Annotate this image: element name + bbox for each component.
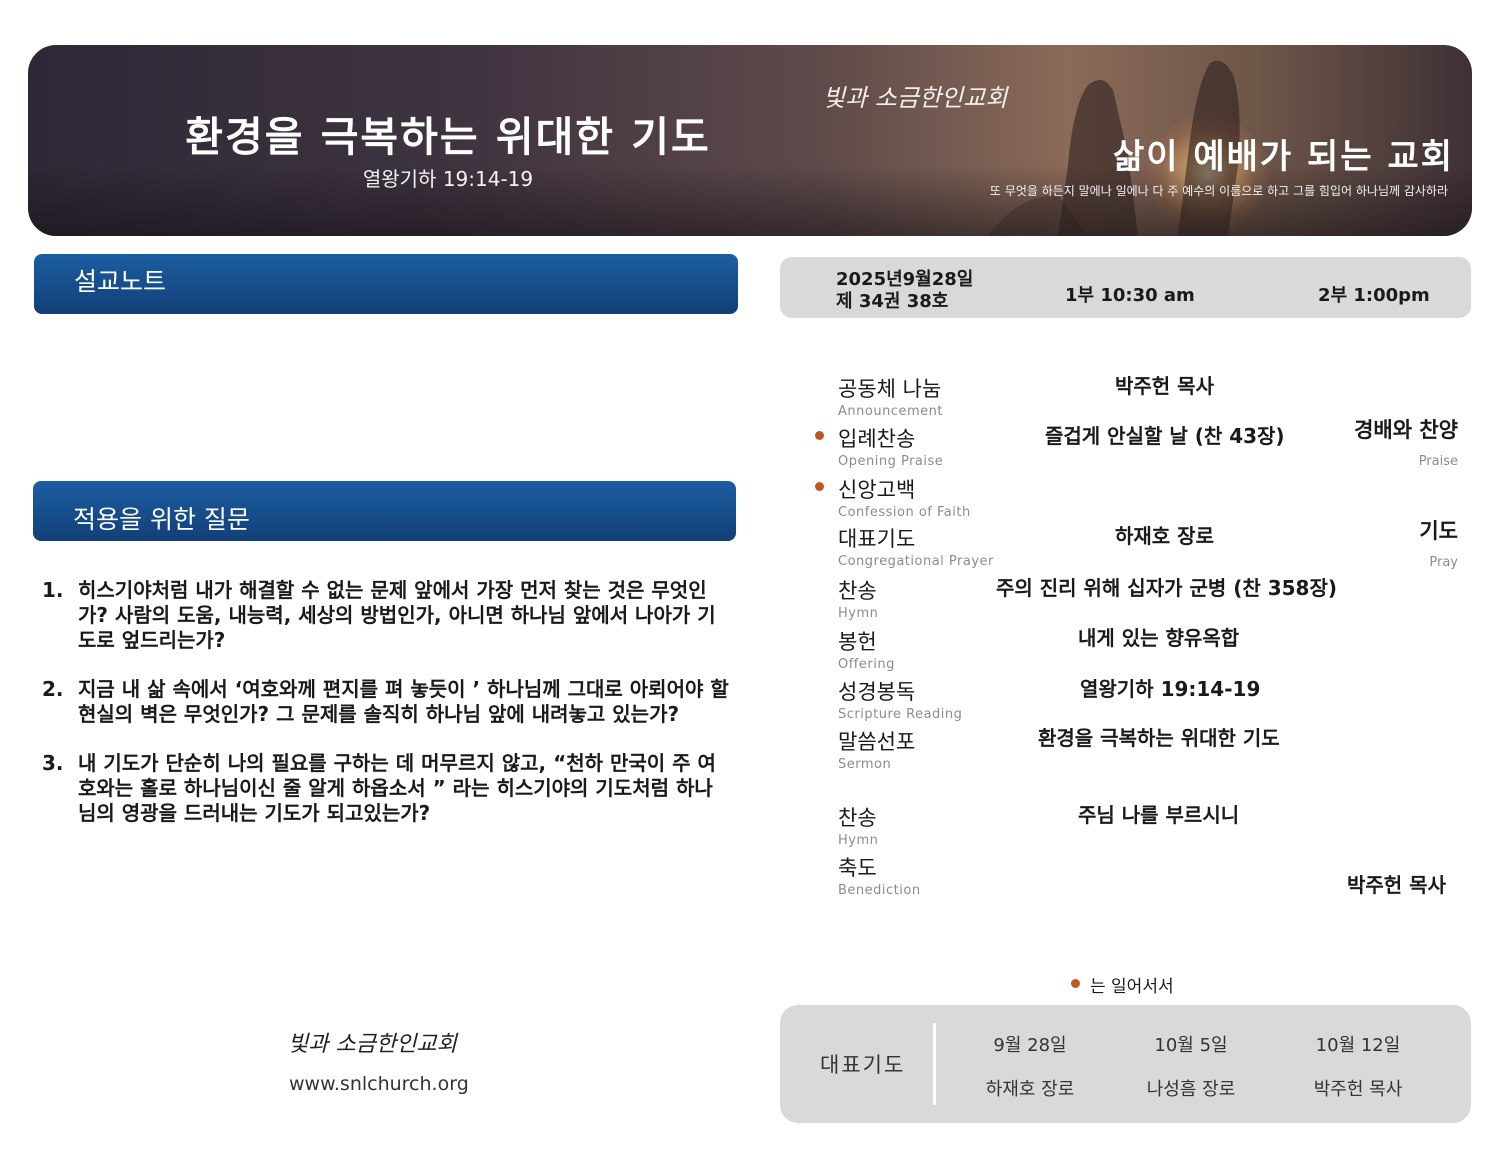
church-logo: 빛과 소금한인교회 — [823, 84, 1008, 112]
order-item: 찬송 Hymn — [838, 802, 878, 848]
pray-label: 기도 — [1419, 519, 1458, 543]
order-item-detail: 주의 진리 위해 십자가 군병 (찬 358장) — [996, 576, 1338, 600]
order-item-detail: 주님 나를 부르시니 — [1078, 803, 1240, 827]
sermon-title: 환경을 극복하는 위대한 기도 — [185, 113, 711, 161]
stand-legend-text: 는 일어서서 — [1090, 977, 1174, 997]
order-item-subtitle: Hymn — [838, 606, 879, 621]
praise-label-en: Praise — [1418, 454, 1458, 469]
sermon-notes-header: 설교노트 — [34, 254, 738, 314]
order-item: 성경봉독 Scripture Reading — [838, 676, 962, 722]
prayer-schedule-label: 대표기도 — [820, 1053, 906, 1077]
prayer-leader: 박주헌 목사 — [1313, 1079, 1403, 1100]
service-date: 2025년9월28일 — [836, 269, 974, 290]
order-item-detail: 환경을 극복하는 위대한 기도 — [1038, 726, 1280, 750]
order-item: 대표기도 Congregational Prayer — [838, 523, 994, 569]
first-service-time: 1부 10:30 am — [1065, 285, 1195, 306]
prayer-schedule-entry: 9월 28일 하재호 장로 — [960, 1031, 1100, 1101]
prayer-date: 10월 5일 — [1154, 1035, 1228, 1056]
order-item: 공동체 나눔 Announcement — [838, 373, 943, 419]
order-item-subtitle: Confession of Faith — [838, 505, 971, 520]
order-item-detail: 내게 있는 향유옥합 — [1078, 626, 1240, 650]
prayer-leader: 하재호 장로 — [985, 1079, 1075, 1100]
order-item-title: 말씀선포 — [838, 730, 916, 754]
question-list: 1. 히스기야처럼 내가 해결할 수 없는 문제 앞에서 가장 먼저 찾는 것은… — [40, 578, 730, 850]
order-item-subtitle: Benediction — [838, 883, 921, 898]
order-item-detail: 박주헌 목사 — [1115, 374, 1214, 398]
order-item-title: 찬송 — [838, 806, 877, 830]
header-banner: 환경을 극복하는 위대한 기도 열왕기하 19:14-19 빛과 소금한인교회 … — [28, 45, 1472, 236]
service-date-block: 2025년9월28일 제 34권 38호 — [836, 269, 973, 313]
order-item-subtitle: Hymn — [838, 833, 879, 848]
question-text: 히스기야처럼 내가 해결할 수 없는 문제 앞에서 가장 먼저 찾는 것은 무엇… — [78, 578, 716, 652]
application-questions-header: 적용을 위한 질문 — [33, 481, 736, 541]
prayer-date: 10월 12일 — [1315, 1035, 1401, 1056]
stand-bullet-icon — [815, 431, 824, 440]
order-item: 봉헌 Offering — [838, 626, 895, 672]
prayer-schedule-entry: 10월 12일 박주헌 목사 — [1288, 1031, 1428, 1101]
second-service-time: 2부 1:00pm — [1318, 285, 1430, 306]
question-number: 1. — [42, 578, 64, 602]
stand-bullet-icon — [815, 482, 824, 491]
order-item-subtitle: Opening Praise — [838, 454, 944, 469]
church-website-link[interactable]: www.snlchurch.org — [289, 1073, 469, 1095]
question-item: 1. 히스기야처럼 내가 해결할 수 없는 문제 앞에서 가장 먼저 찾는 것은… — [40, 578, 730, 653]
order-item-title: 입례찬송 — [838, 427, 916, 451]
question-number: 3. — [42, 751, 64, 775]
order-item-subtitle: Congregational Prayer — [838, 554, 994, 569]
order-item-subtitle: Offering — [838, 657, 895, 672]
order-item-subtitle: Announcement — [838, 404, 943, 419]
order-item-title: 봉헌 — [838, 630, 877, 654]
order-item-title: 축도 — [838, 856, 877, 880]
order-item-detail: 하재호 장로 — [1115, 524, 1214, 548]
prayer-divider — [933, 1023, 936, 1105]
prayer-schedule-entry: 10월 5일 나성흠 장로 — [1121, 1031, 1261, 1101]
order-item-detail: 즐겁게 안실할 날 (찬 43장) — [1045, 424, 1285, 448]
prayer-date: 9월 28일 — [993, 1035, 1067, 1056]
question-number: 2. — [42, 677, 64, 701]
order-item-subtitle: Sermon — [838, 757, 892, 772]
order-item: 찬송 Hymn — [838, 575, 878, 621]
order-item: 입례찬송 Opening Praise — [838, 423, 943, 469]
order-item-detail: 박주헌 목사 — [1347, 873, 1446, 897]
question-text: 내 기도가 단순히 나의 필요를 구하는 데 머무르지 않고, “천하 만국이 … — [78, 751, 716, 825]
order-item-subtitle: Scripture Reading — [838, 707, 963, 722]
scripture-reference: 열왕기하 19:14-19 — [362, 167, 534, 191]
footer-church-logo: 빛과 소금한인교회 — [288, 1032, 457, 1057]
order-item-title: 찬송 — [838, 579, 877, 603]
question-item: 2. 지금 내 삶 속에서 ‘여호와께 편지를 펴 놓듯이 ’ 하나님께 그대로… — [40, 677, 730, 727]
service-info-bar: 2025년9월28일 제 34권 38호 1부 10:30 am 2부 1:00… — [780, 257, 1471, 318]
praise-leader-note: 경배와 찬양 Praise — [1354, 414, 1458, 469]
prayer-note: 기도 Pray — [1419, 515, 1458, 570]
question-item: 3. 내 기도가 단순히 나의 필요를 구하는 데 머무르지 않고, “천하 만… — [40, 751, 730, 826]
order-item-title: 신앙고백 — [838, 478, 916, 502]
question-text: 지금 내 삶 속에서 ‘여호와께 편지를 펴 놓듯이 ’ 하나님께 그대로 아뢰… — [78, 677, 729, 726]
order-item: 말씀선포 Sermon — [838, 726, 915, 772]
church-slogan: 삶이 예배가 되는 교회 — [1112, 137, 1454, 177]
banner-verse: 또 무엇을 하든지 말에나 일에나 다 주 예수의 이름으로 하고 그를 힘입어… — [989, 184, 1448, 198]
prayer-leader: 나성흠 장로 — [1146, 1079, 1236, 1100]
order-item: 축도 Benediction — [838, 852, 921, 898]
prayer-schedule-panel: 대표기도 9월 28일 하재호 장로 10월 5일 나성흠 장로 10월 12일… — [780, 1005, 1471, 1123]
order-item-title: 대표기도 — [838, 527, 916, 551]
bulletin-volume: 제 34권 38호 — [836, 291, 949, 312]
pray-label-en: Pray — [1429, 555, 1458, 570]
order-item-title: 공동체 나눔 — [838, 377, 942, 401]
order-item-title: 성경봉독 — [838, 680, 916, 704]
praise-label: 경배와 찬양 — [1354, 418, 1458, 442]
order-item-detail: 열왕기하 19:14-19 — [1080, 677, 1261, 701]
stand-legend-bullet-icon — [1071, 979, 1080, 988]
order-item: 신앙고백 Confession of Faith — [838, 474, 971, 520]
